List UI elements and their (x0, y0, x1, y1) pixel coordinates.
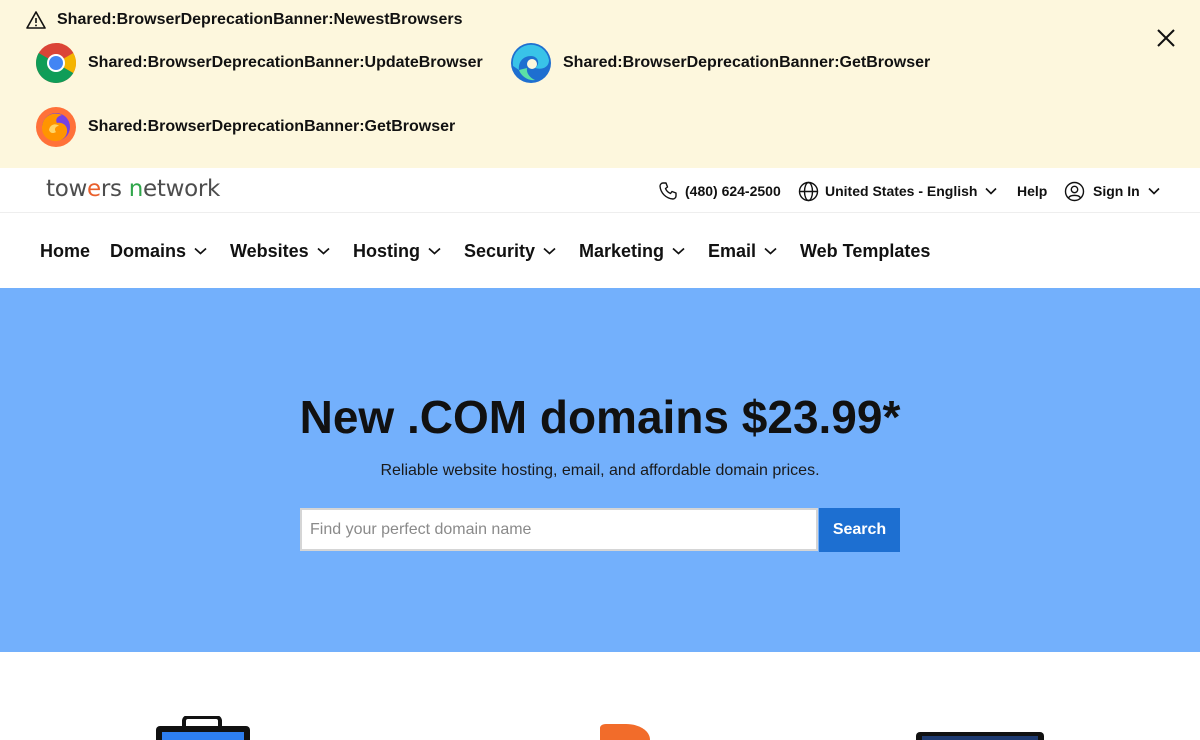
chrome-logo-icon (36, 43, 76, 83)
update-chrome-link[interactable]: Shared:BrowserDeprecationBanner:UpdateBr… (35, 42, 483, 84)
chevron-down-icon (317, 247, 330, 255)
chevron-down-icon (428, 247, 441, 255)
help-link[interactable]: Help (1017, 180, 1047, 202)
nav-label: Web Templates (800, 240, 931, 261)
update-browser-label: Shared:BrowserDeprecationBanner:UpdateBr… (88, 54, 483, 71)
nav-home[interactable]: Home (40, 240, 90, 262)
briefcase-icon (156, 716, 250, 740)
nav-label: Websites (230, 240, 309, 261)
hero-title: New .COM domains $23.99* (299, 391, 901, 443)
nav-label: Security (464, 240, 536, 261)
nav-label: Hosting (353, 240, 420, 261)
edge-logo-icon (511, 43, 551, 83)
nav-security[interactable]: Security (464, 240, 556, 262)
nav-marketing[interactable]: Marketing (579, 240, 685, 262)
get-browser-label: Shared:BrowserDeprecationBanner:GetBrows… (563, 54, 931, 71)
nav-email[interactable]: Email (708, 240, 777, 262)
brand-text: e (87, 176, 101, 202)
phone-link[interactable]: (480) 624-2500 (658, 180, 781, 202)
domain-search-input[interactable] (300, 508, 818, 551)
monitor-icon (916, 732, 1044, 740)
main-nav: Home Domains Websites Hosting Security M… (0, 214, 1200, 288)
get-edge-link[interactable]: Shared:BrowserDeprecationBanner:GetBrows… (510, 42, 930, 84)
brand-text: tow (46, 176, 88, 202)
brand-text: n (128, 176, 144, 202)
browser-deprecation-banner: Shared:BrowserDeprecationBanner:NewestBr… (0, 0, 1200, 168)
hero-section: New .COM domains $23.99* Reliable websit… (0, 288, 1200, 652)
chevron-down-icon (543, 247, 556, 255)
help-label: Help (1017, 183, 1048, 199)
chevron-down-icon (764, 247, 777, 255)
chevron-down-icon (672, 247, 685, 255)
brand-logo[interactable]: towers network (46, 176, 220, 202)
locale-label: United States - English (825, 183, 978, 199)
brand-text: rs (100, 176, 129, 202)
nav-websites[interactable]: Websites (230, 240, 330, 262)
chevron-down-icon (194, 247, 207, 255)
close-icon[interactable] (1154, 26, 1178, 50)
sign-in-menu[interactable]: Sign In (1064, 180, 1160, 202)
sign-in-label: Sign In (1093, 183, 1140, 199)
firefox-logo-icon (36, 107, 76, 147)
phone-icon (659, 182, 677, 200)
brand-shape-icon (600, 724, 650, 740)
get-firefox-link[interactable]: Shared:BrowserDeprecationBanner:GetBrows… (35, 106, 455, 148)
nav-domains[interactable]: Domains (110, 240, 207, 262)
nav-label: Domains (110, 240, 187, 261)
brand-text: etwork (143, 176, 221, 202)
user-icon (1064, 181, 1085, 201)
nav-web-templates[interactable]: Web Templates (800, 240, 930, 262)
warning-icon (26, 11, 46, 29)
utility-header: towers network (480) 624-2500 United Sta… (0, 168, 1200, 213)
phone-number: (480) 624-2500 (685, 183, 781, 199)
nav-label: Email (708, 240, 757, 261)
nav-label: Marketing (579, 240, 665, 261)
nav-label: Home (40, 240, 91, 261)
locale-selector[interactable]: United States - English (798, 180, 998, 202)
hero-subtitle: Reliable website hosting, email, and aff… (380, 462, 820, 479)
search-button[interactable]: Search (819, 508, 900, 552)
chevron-down-icon (985, 187, 998, 195)
chevron-down-icon (1148, 187, 1160, 195)
get-browser-label: Shared:BrowserDeprecationBanner:GetBrows… (88, 118, 456, 135)
nav-hosting[interactable]: Hosting (353, 240, 441, 262)
globe-icon (798, 181, 819, 201)
banner-title: Shared:BrowserDeprecationBanner:NewestBr… (57, 11, 463, 28)
banner-heading: Shared:BrowserDeprecationBanner:NewestBr… (26, 10, 462, 30)
